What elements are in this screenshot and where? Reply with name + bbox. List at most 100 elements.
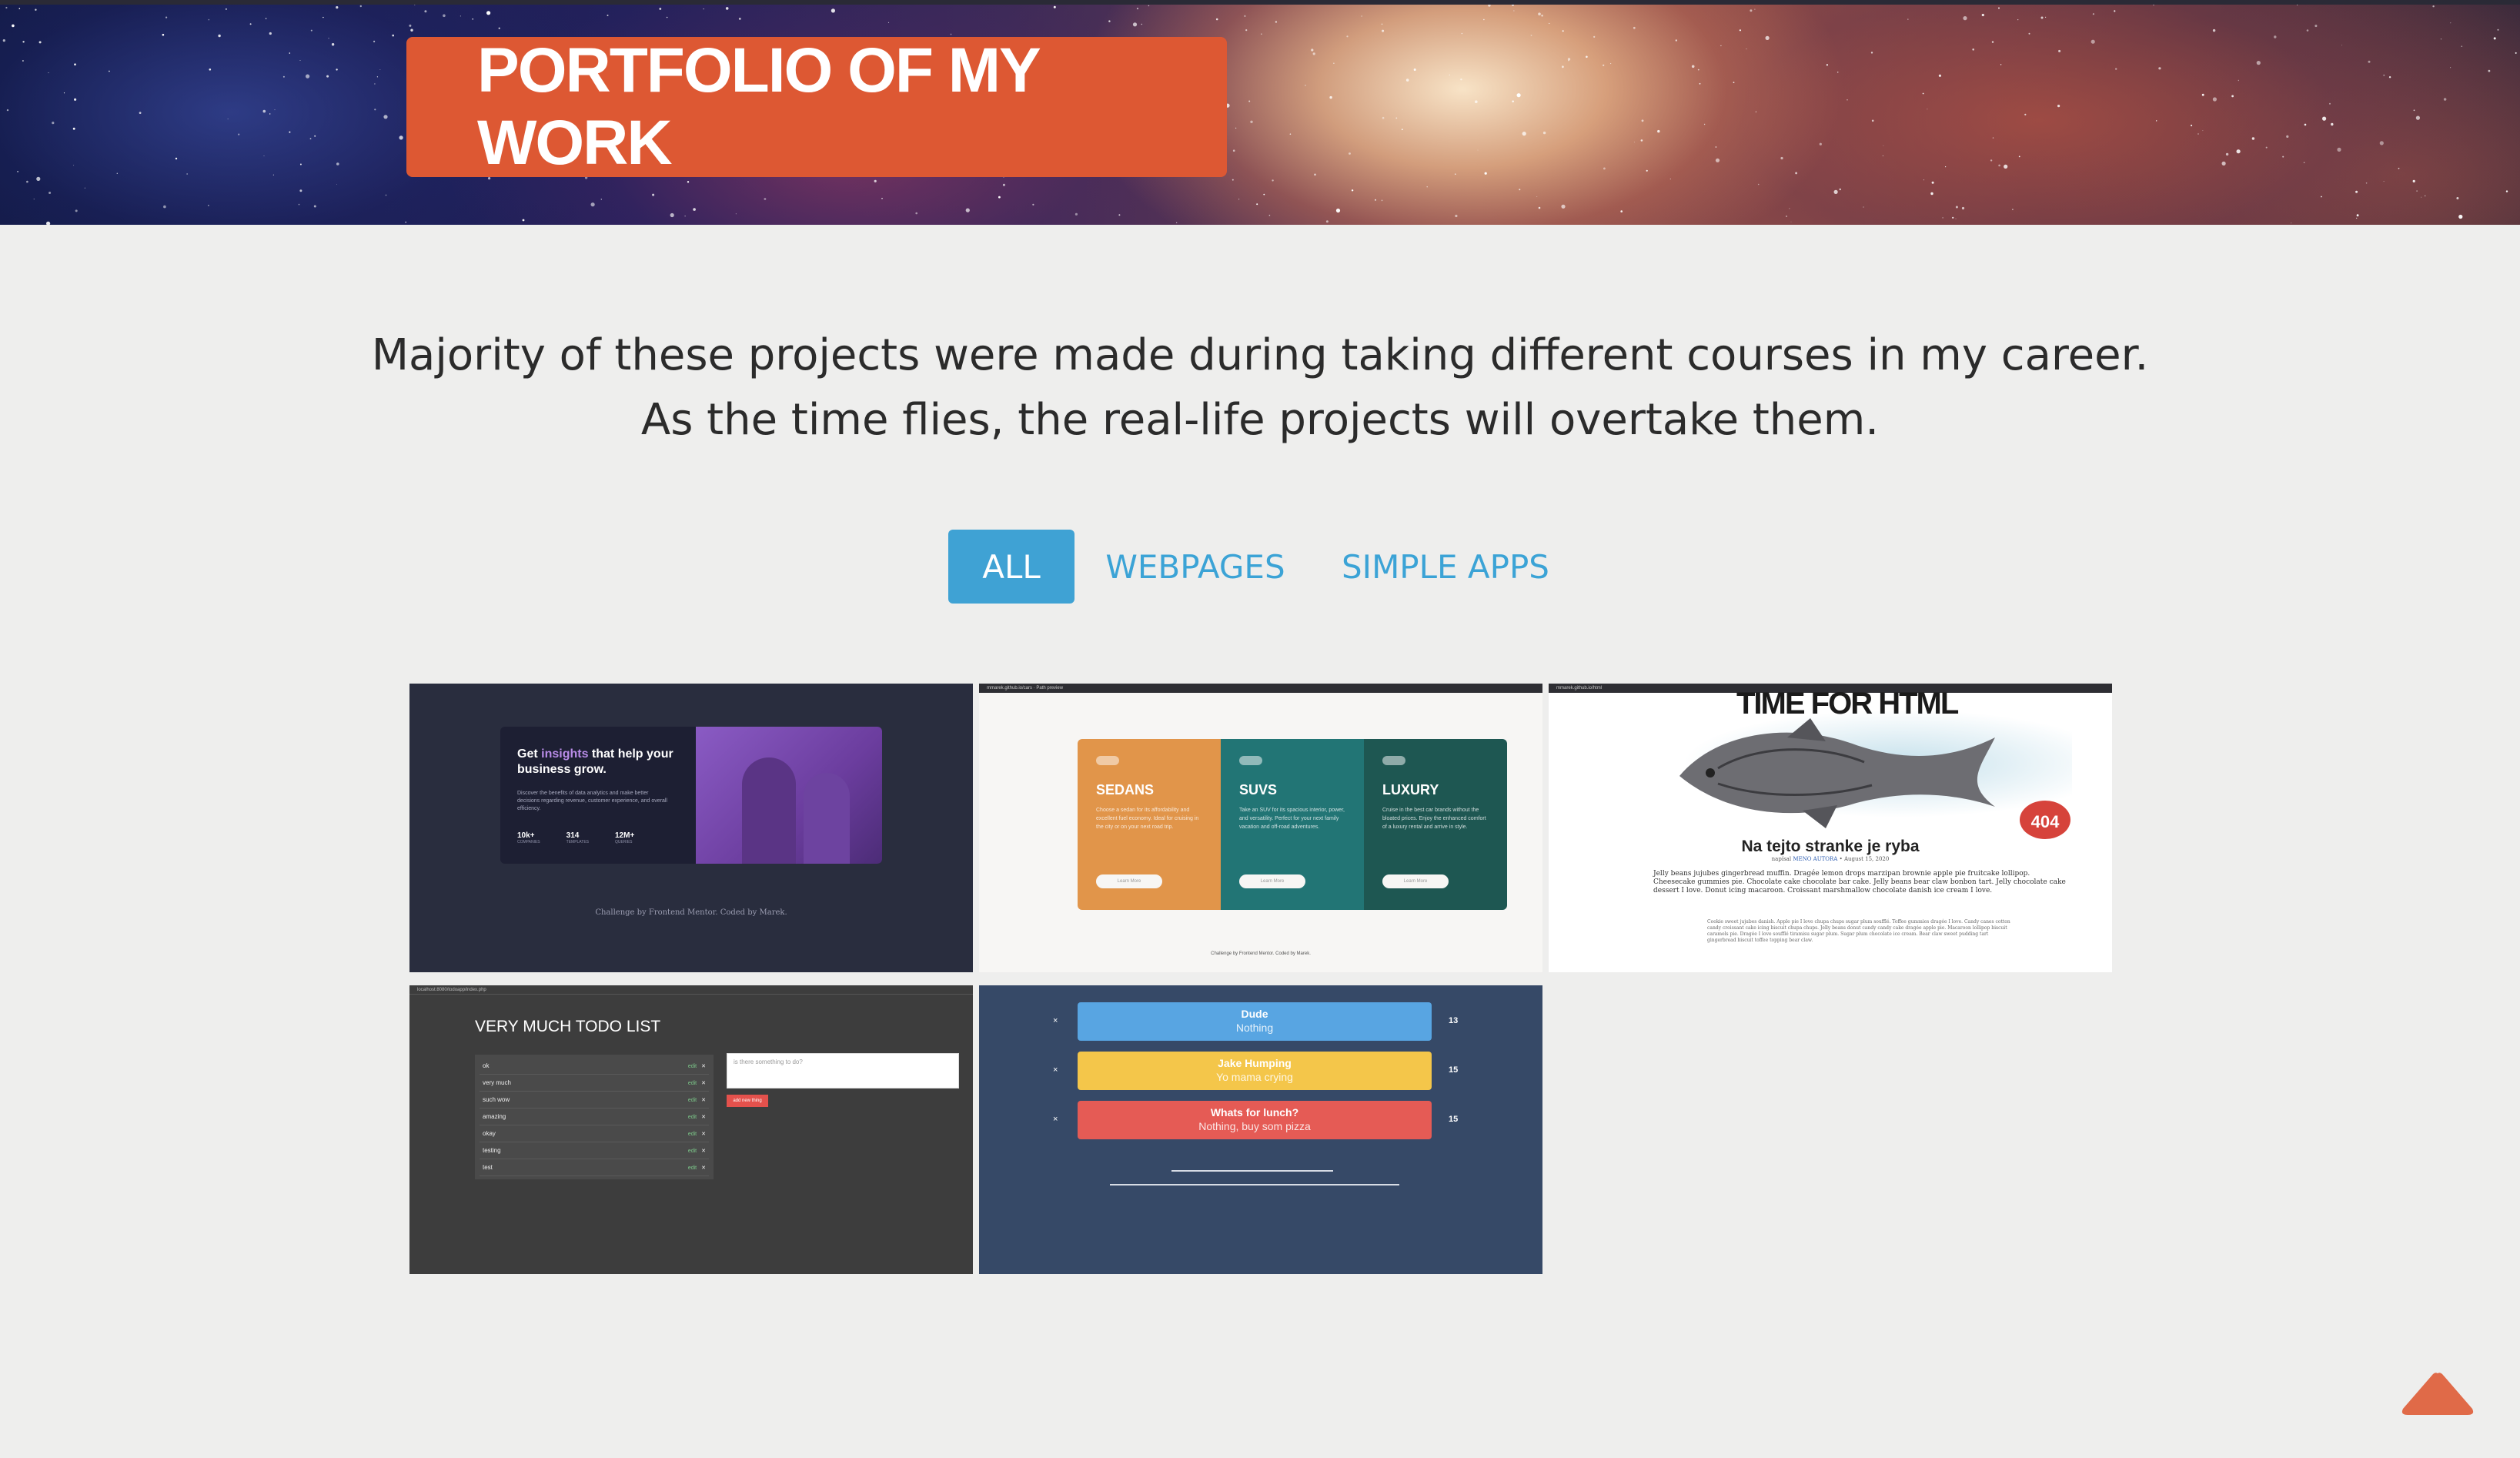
delete-icon: ✕ xyxy=(701,1148,706,1154)
remove-icon: × xyxy=(1053,1115,1058,1124)
meta-prefix: napísal xyxy=(1771,856,1793,862)
todo-input: is there something to do? xyxy=(727,1053,959,1088)
filter-webpages-button[interactable]: WEBPAGES xyxy=(1102,530,1288,604)
divider-line xyxy=(1110,1184,1399,1185)
todo-item-label: such wow xyxy=(483,1096,510,1103)
task-count: 13 xyxy=(1449,1016,1459,1025)
browser-url-bar: mmarek.github.io/cars · Path preview xyxy=(979,684,1542,693)
edit-link: edit xyxy=(687,1114,697,1120)
project-tile-cars[interactable]: mmarek.github.io/cars · Path preview SED… xyxy=(979,684,1542,972)
html-article-heading: Na tejto stranke je ryba xyxy=(1741,838,1920,855)
filter-bar: ALL WEBPAGES SIMPLE APPS xyxy=(0,530,2520,604)
car-card-text: Take an SUV for its spacious interior, p… xyxy=(1239,808,1345,830)
delete-icon: ✕ xyxy=(701,1165,706,1171)
project-tile-insights[interactable]: Get insights that help your business gro… xyxy=(409,684,973,972)
project-tile-tasks[interactable]: × Dude Nothing 13 × Jake Humping Yo mama c… xyxy=(979,985,1542,1274)
browser-url-bar: localhost:8080/todoapp/index.php xyxy=(409,985,973,995)
learn-more-button: Learn More xyxy=(1239,874,1305,888)
task-sub: Nothing, buy som pizza xyxy=(1198,1120,1311,1132)
todo-item-actions: edit ✕ xyxy=(688,1063,706,1069)
car-card-title: SEDANS xyxy=(1096,782,1155,798)
delete-icon: ✕ xyxy=(701,1131,706,1137)
todo-item-label: ok xyxy=(483,1062,490,1069)
stat-companies: 10k+ COMPANIES xyxy=(517,831,540,844)
hero-banner: PORTFOLIO OF MY WORK xyxy=(0,5,2520,225)
learn-more-button: Learn More xyxy=(1096,874,1162,888)
html-paragraph-small: Cookie sweet jujubes danish. Apple pie I… xyxy=(1707,919,2010,943)
stat-value: 12M+ xyxy=(615,831,635,840)
todo-item: very much edit ✕ xyxy=(480,1075,709,1092)
car-icon xyxy=(1239,756,1262,765)
todo-item-label: amazing xyxy=(483,1113,506,1120)
todo-item: testing edit ✕ xyxy=(480,1142,709,1159)
car-card-text: Choose a sedan for its affordability and… xyxy=(1096,808,1199,830)
cars-footer: Challenge by Frontend Mentor. Coded by M… xyxy=(1211,951,1311,956)
delete-icon: ✕ xyxy=(701,1080,706,1086)
todo-item-label: very much xyxy=(483,1079,511,1086)
todo-item-actions: edit ✕ xyxy=(688,1165,706,1171)
remove-icon: × xyxy=(1053,1016,1058,1025)
edit-link: edit xyxy=(687,1080,697,1086)
car-card-title: SUVS xyxy=(1239,782,1278,798)
error-404-badge: 404 xyxy=(2020,801,2070,839)
todo-list: ok edit ✕ very much edit ✕ such wow edit ✕ amazin… xyxy=(475,1055,714,1179)
project-tile-todo[interactable]: localhost:8080/todoapp/index.php VERY MU… xyxy=(409,985,973,1274)
todo-item-actions: edit ✕ xyxy=(688,1080,706,1086)
stat-label: QUERIES xyxy=(615,840,633,844)
insights-headline-highlight: insights xyxy=(541,747,589,761)
todo-item-actions: edit ✕ xyxy=(688,1148,706,1154)
todo-item: okay edit ✕ xyxy=(480,1125,709,1142)
scroll-to-top-icon[interactable] xyxy=(2400,1370,2475,1416)
insights-stats: 10k+ COMPANIES 314 TEMPLATES 12M+ QUERIES xyxy=(517,831,634,844)
task-sub: Yo mama crying xyxy=(1216,1071,1293,1083)
remove-icon: × xyxy=(1053,1065,1058,1075)
edit-link: edit xyxy=(687,1063,697,1069)
page-title: PORTFOLIO OF MY WORK xyxy=(477,35,1040,178)
learn-more-button: Learn More xyxy=(1382,874,1449,888)
project-tile-html[interactable]: mmarek.github.io/html TIME FOR HTML 404 … xyxy=(1549,684,2112,972)
car-icon xyxy=(1096,756,1119,765)
intro-text: Majority of these projects were made dur… xyxy=(308,323,2212,453)
insights-headline: Get insights that help your business gro… xyxy=(517,747,687,777)
car-card-suvs: SUVS Take an SUV for its spacious interi… xyxy=(1221,739,1364,910)
title-box: PORTFOLIO OF MY WORK xyxy=(406,35,1227,178)
stat-label: COMPANIES xyxy=(517,840,540,844)
html-paragraph: Jelly beans jujubes gingerbread muffin. … xyxy=(1653,870,2066,895)
insights-body: Discover the benefits of data analytics … xyxy=(517,791,667,811)
intro-line-2: As the time flies, the real-life project… xyxy=(640,395,1880,445)
todo-item-label: okay xyxy=(483,1130,496,1137)
person-silhouette xyxy=(742,757,796,864)
todo-item-actions: edit ✕ xyxy=(688,1131,706,1137)
todo-title: VERY MUCH TODO LIST xyxy=(475,1018,661,1035)
insights-headline-pre: Get xyxy=(517,747,542,761)
car-icon xyxy=(1382,756,1405,765)
filter-simple-apps-button[interactable]: SIMPLE APPS xyxy=(1341,530,1550,604)
todo-item: ok edit ✕ xyxy=(480,1058,709,1075)
intro-line-1: Majority of these projects were made dur… xyxy=(371,330,2149,380)
stat-value: 314 xyxy=(566,831,580,840)
insights-card: Get insights that help your business gro… xyxy=(500,727,882,864)
delete-icon: ✕ xyxy=(701,1063,706,1069)
html-article-meta: napísal MENO AUTORA • August 15, 2020 xyxy=(1549,856,2112,862)
person-silhouette xyxy=(804,773,850,864)
car-card-title: LUXURY xyxy=(1382,782,1439,798)
task-bar: Whats for lunch? Nothing, buy som pizza xyxy=(1078,1101,1432,1139)
filter-all-button[interactable]: ALL xyxy=(948,530,1075,604)
todo-item-label: test xyxy=(483,1164,493,1171)
delete-icon: ✕ xyxy=(701,1114,706,1120)
todo-item-actions: edit ✕ xyxy=(688,1097,706,1103)
meta-date: • August 15, 2020 xyxy=(1837,856,1890,862)
task-name: Dude xyxy=(1241,1008,1268,1020)
stat-label: TEMPLATES xyxy=(566,840,589,844)
edit-link: edit xyxy=(687,1148,697,1154)
divider-line xyxy=(1171,1170,1333,1172)
task-bar: Dude Nothing xyxy=(1078,1002,1432,1041)
meta-author: MENO AUTORA xyxy=(1793,856,1838,862)
fish-illustration xyxy=(1679,718,1995,828)
delete-icon: ✕ xyxy=(701,1097,706,1103)
task-sub: Nothing xyxy=(1235,1022,1274,1034)
task-count: 15 xyxy=(1449,1115,1459,1124)
task-count: 15 xyxy=(1449,1065,1459,1075)
edit-link: edit xyxy=(687,1097,697,1103)
car-card-sedans: SEDANS Choose a sedan for its affordabil… xyxy=(1078,739,1221,910)
